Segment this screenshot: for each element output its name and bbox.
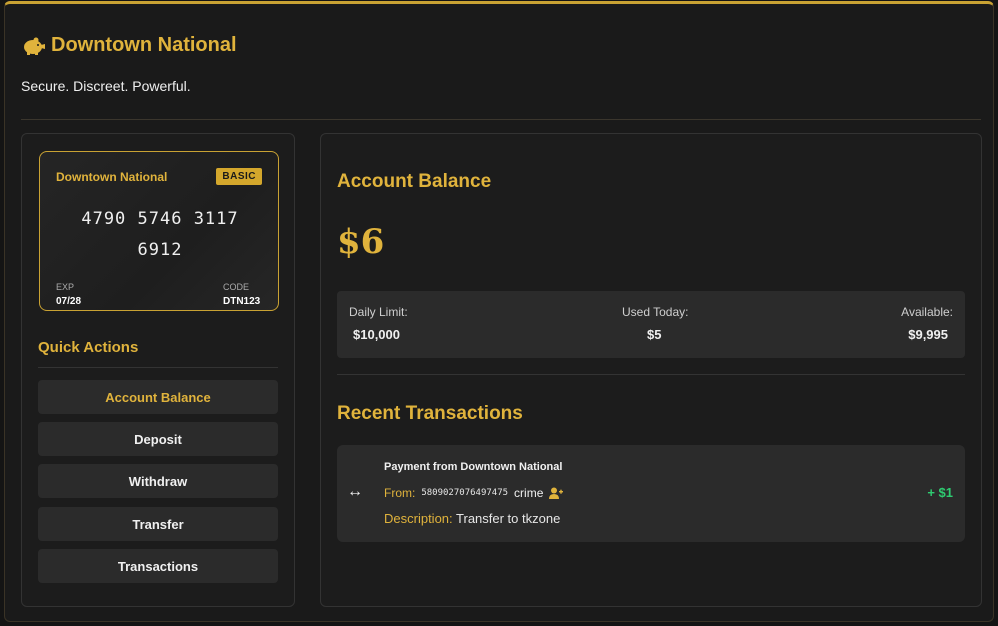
transaction-heading: Payment from Downtown National <box>384 461 563 473</box>
header-divider <box>21 119 981 120</box>
transactions-button[interactable]: Transactions <box>38 549 278 583</box>
card-tier-badge: BASIC <box>216 168 262 185</box>
transfer-button[interactable]: Transfer <box>38 507 278 541</box>
available-value: $9,995 <box>908 327 948 342</box>
card-exp-label: EXP <box>56 282 75 292</box>
deposit-button[interactable]: Deposit <box>38 422 278 456</box>
from-label: From: <box>384 486 416 500</box>
left-panel: Downtown National BASIC 4790 5746 3117 6… <box>21 133 295 607</box>
from-username: crime <box>514 486 544 500</box>
transaction-item[interactable]: ↔ Payment from Downtown National From: 5… <box>337 445 965 542</box>
app-frame: Downtown National Secure. Discreet. Powe… <box>4 1 994 622</box>
quick-actions-divider <box>38 367 278 368</box>
card-bank-name: Downtown National <box>56 170 168 184</box>
transaction-description: Description: Transfer to tkzone <box>384 511 560 526</box>
used-today-value: $5 <box>647 327 662 342</box>
add-contact-icon[interactable] <box>549 487 564 499</box>
balance-amount: $6 <box>337 222 385 262</box>
limits-box: Daily Limit: $10,000 Used Today: $5 Avai… <box>337 291 965 358</box>
card-exp: 07/28 <box>56 296 82 307</box>
card-code: DTN123 <box>223 296 261 307</box>
daily-limit-label: Daily Limit: <box>349 305 408 319</box>
daily-limit-value: $10,000 <box>353 327 400 342</box>
card-number-line-2: 6912 <box>137 240 183 260</box>
section-divider <box>337 374 965 375</box>
app-title: Downtown National <box>51 34 237 56</box>
description-text: Transfer to tkzone <box>456 511 561 526</box>
card-number: 4790 5746 3117 6912 <box>60 204 260 266</box>
header: Downtown National <box>21 34 237 57</box>
description-label: Description: <box>384 511 453 526</box>
withdraw-button[interactable]: Withdraw <box>38 464 278 498</box>
available-label: Available: <box>901 305 953 319</box>
from-account-number: 5809027076497475 <box>421 488 509 498</box>
used-today-label: Used Today: <box>622 305 689 319</box>
piggy-bank-icon <box>24 37 45 55</box>
account-balance-button[interactable]: Account Balance <box>38 380 278 414</box>
recent-transactions-title: Recent Transactions <box>337 403 523 424</box>
tagline: Secure. Discreet. Powerful. <box>21 78 191 94</box>
transaction-amount: + $1 <box>927 485 953 500</box>
main-panel: Account Balance $6 Daily Limit: $10,000 … <box>320 133 982 607</box>
card-number-line-1: 4790 5746 3117 <box>81 209 239 229</box>
bank-card: Downtown National BASIC 4790 5746 3117 6… <box>39 151 279 311</box>
transfer-arrows-icon: ↔ <box>347 483 363 500</box>
quick-actions-title: Quick Actions <box>38 339 139 356</box>
balance-title: Account Balance <box>337 171 492 192</box>
transaction-from: From: 5809027076497475 crime <box>384 486 564 500</box>
card-code-label: CODE <box>223 282 250 292</box>
